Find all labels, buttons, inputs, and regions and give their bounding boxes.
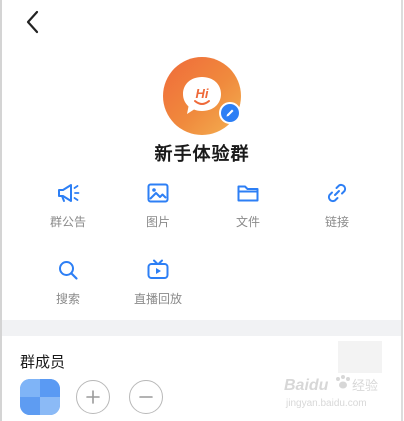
group-name: 新手体验群: [154, 144, 250, 165]
paw-icon: [336, 375, 350, 389]
section-divider: [2, 320, 401, 336]
watermark-ghost: [338, 341, 382, 373]
func-files[interactable]: 文件: [213, 180, 283, 230]
func-label-live-replay: 直播回放: [133, 292, 182, 306]
minus-icon: [139, 396, 153, 398]
image-icon: [147, 183, 169, 203]
plus-icon: [86, 390, 100, 404]
right-divider: [401, 0, 403, 421]
chevron-left-icon: [26, 10, 39, 34]
group-info-screen: Hi 新手体验群 群公告 图片 文件 链接 搜索 直播回放 群成员 Baidu …: [0, 0, 404, 421]
edit-avatar-button[interactable]: [219, 102, 241, 124]
remove-member-button[interactable]: [129, 380, 163, 414]
avatar-text: Hi: [196, 86, 209, 101]
func-images[interactable]: 图片: [123, 180, 193, 230]
func-label-links: 链接: [324, 215, 349, 229]
back-button[interactable]: [20, 8, 48, 36]
tv-replay-icon: [147, 259, 169, 279]
func-live-replay[interactable]: 直播回放: [123, 257, 193, 307]
func-search[interactable]: 搜索: [33, 257, 103, 307]
baidu-watermark: Baidu 经验 jingyan.baidu.com: [284, 375, 378, 409]
watermark-url: jingyan.baidu.com: [285, 398, 367, 409]
func-label-files: 文件: [235, 215, 260, 229]
pencil-icon: [226, 109, 234, 117]
func-announcement[interactable]: 群公告: [33, 180, 103, 230]
member-avatar[interactable]: [20, 379, 60, 415]
func-links[interactable]: 链接: [302, 180, 372, 230]
watermark-brand: Baidu: [284, 377, 329, 394]
watermark-brand-cn: 经验: [352, 378, 378, 394]
link-icon: [327, 183, 347, 203]
func-label-images: 图片: [145, 215, 170, 229]
add-member-button[interactable]: [76, 380, 110, 414]
func-label-announcement: 群公告: [49, 215, 86, 229]
search-icon: [59, 261, 78, 280]
folder-icon: [237, 185, 259, 202]
members-title: 群成员: [20, 353, 66, 371]
func-label-search: 搜索: [55, 292, 80, 306]
megaphone-icon: [58, 184, 80, 202]
group-avatar-container[interactable]: Hi: [163, 57, 241, 135]
left-divider: [0, 0, 2, 421]
